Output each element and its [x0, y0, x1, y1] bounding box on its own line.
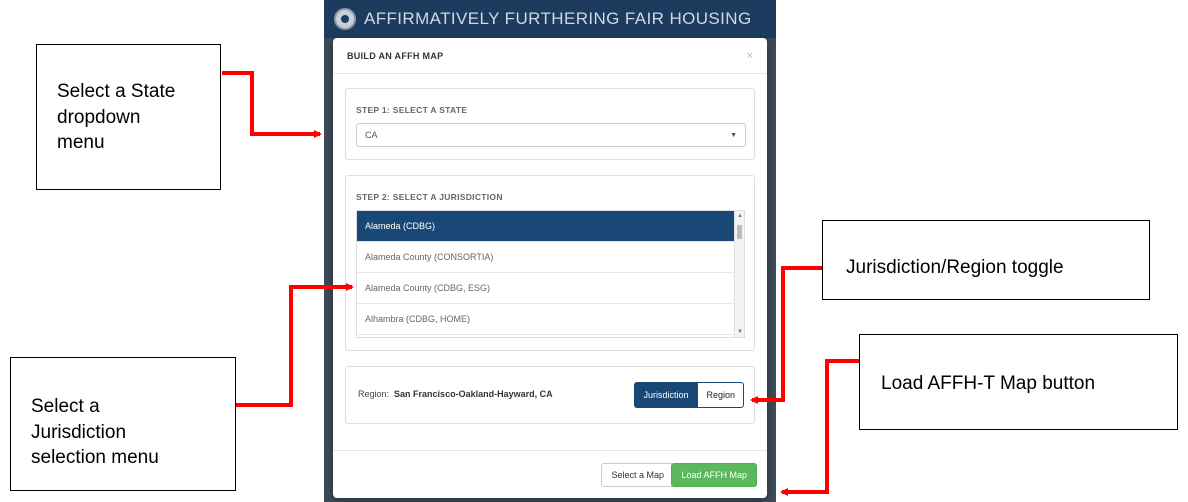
annotation-arrows	[222, 71, 859, 496]
arrow-state	[222, 71, 322, 138]
arrow-load	[780, 359, 859, 496]
arrow-toggle	[750, 266, 822, 404]
arrow-jurisdiction	[236, 283, 354, 407]
